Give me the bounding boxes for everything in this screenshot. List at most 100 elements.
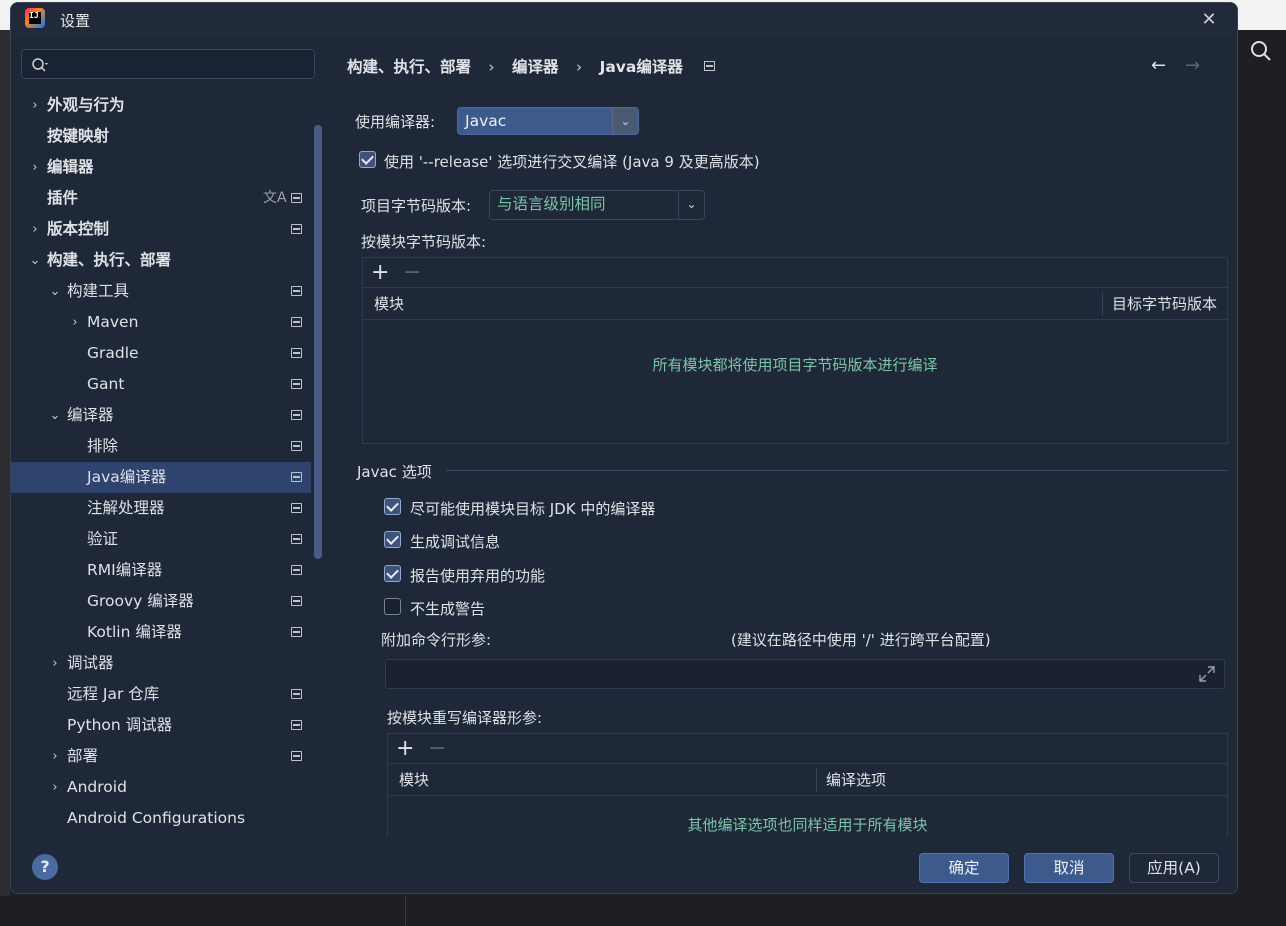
column-header-module[interactable]: 模块 — [399, 764, 429, 796]
deprecation-checkbox[interactable] — [384, 565, 401, 582]
module-bytecode-label: 按模块字节码版本: — [361, 233, 487, 251]
use-module-jdk-label: 尽可能使用模块目标 JDK 中的编译器 — [410, 500, 656, 518]
chevron-down-icon: ⌄ — [678, 191, 704, 219]
tree-item-compiler[interactable]: ⌄ 编译器 — [11, 400, 311, 431]
chevron-down-icon[interactable]: ⌄ — [49, 400, 61, 431]
tree-item-gant[interactable]: Gant — [11, 369, 311, 400]
tree-item-remote-jar[interactable]: 远程 Jar 仓库 — [11, 679, 311, 710]
breadcrumb-item: Java编译器 — [599, 58, 683, 76]
apply-button[interactable]: 应用(A) — [1129, 853, 1219, 883]
tree-item-build[interactable]: ⌄ 构建、执行、部署 — [11, 245, 311, 276]
project-level-icon — [291, 627, 302, 637]
ok-button[interactable]: 确定 — [919, 853, 1009, 883]
chevron-right-icon[interactable]: › — [69, 307, 81, 338]
project-level-icon — [291, 286, 302, 296]
override-params-table: + − 模块 编译选项 其他编译选项也同样适用于所有模块 — [387, 733, 1228, 843]
remove-icon[interactable]: − — [428, 736, 446, 762]
column-header-target[interactable]: 目标字节码版本 — [1112, 288, 1217, 320]
tree-item-deployment[interactable]: › 部署 — [11, 741, 311, 772]
back-arrow-icon[interactable]: ← — [1151, 55, 1166, 76]
project-level-icon — [291, 441, 302, 451]
breadcrumb-item[interactable]: 编译器 — [512, 55, 559, 77]
tree-item-label: 构建工具 — [67, 282, 130, 300]
tree-item-label: Python 调试器 — [67, 716, 173, 734]
project-level-icon — [291, 193, 302, 203]
chevron-right-icon[interactable]: › — [49, 741, 61, 772]
table-header: 模块 编译选项 — [388, 764, 1227, 796]
tree-item-annotation-processors[interactable]: 注解处理器 — [11, 493, 311, 524]
chevron-down-icon[interactable]: ⌄ — [29, 245, 41, 276]
chevron-down-icon[interactable]: ⌄ — [49, 276, 61, 307]
tree-item-label: 版本控制 — [47, 220, 110, 238]
cancel-button[interactable]: 取消 — [1024, 853, 1114, 883]
bytecode-label: 项目字节码版本: — [361, 197, 472, 215]
remove-icon[interactable]: − — [403, 260, 421, 286]
release-checkbox[interactable] — [359, 151, 376, 168]
add-icon[interactable]: + — [396, 736, 414, 762]
forward-arrow-icon[interactable]: → — [1185, 55, 1200, 76]
tree-item-build-tools[interactable]: ⌄ 构建工具 — [11, 276, 311, 307]
tree-item-kotlin-compiler[interactable]: Kotlin 编译器 — [11, 617, 311, 648]
chevron-right-icon[interactable]: › — [29, 152, 41, 183]
compiler-select[interactable]: Javac ⌄ — [457, 107, 639, 135]
javac-section-title: Javac 选项 — [357, 463, 432, 481]
tree-item-label: 构建、执行、部署 — [47, 251, 172, 269]
column-header-module[interactable]: 模块 — [374, 288, 404, 320]
settings-search-input[interactable] — [21, 49, 315, 79]
bytecode-select[interactable]: 与语言级别相同 ⌄ — [489, 190, 705, 220]
chevron-down-icon: ⌄ — [612, 108, 638, 134]
column-separator[interactable] — [1102, 292, 1103, 316]
add-icon[interactable]: + — [371, 260, 389, 286]
dialog-title: 设置 — [60, 12, 91, 30]
use-module-jdk-checkbox[interactable] — [384, 498, 401, 515]
tree-item-maven[interactable]: › Maven — [11, 307, 311, 338]
project-level-icon — [291, 379, 302, 389]
tree-item-rmi-compiler[interactable]: RMI编译器 — [11, 555, 311, 586]
tree-item-gradle[interactable]: Gradle — [11, 338, 311, 369]
tree-item-plugins[interactable]: 插件 文A — [11, 183, 311, 214]
module-bytecode-table: + − 模块 目标字节码版本 所有模块都将使用项目字节码版本进行编译 — [362, 257, 1228, 444]
column-separator[interactable] — [816, 768, 817, 792]
no-warnings-checkbox[interactable] — [384, 598, 401, 615]
tree-item-java-compiler[interactable]: Java编译器 — [11, 462, 311, 493]
close-icon[interactable]: ✕ — [1197, 8, 1221, 32]
no-warnings-label: 不生成警告 — [410, 600, 486, 618]
tree-item-label: 编译器 — [67, 406, 114, 424]
tree-item-validation[interactable]: 验证 — [11, 524, 311, 555]
tree-item-label: Gant — [87, 375, 125, 393]
ide-bottom-area — [0, 896, 1286, 926]
debug-info-label: 生成调试信息 — [410, 533, 501, 551]
extra-args-input[interactable] — [385, 659, 1225, 689]
empty-table-message: 所有模块都将使用项目字节码版本进行编译 — [652, 356, 938, 374]
breadcrumb-item[interactable]: 构建、执行、部署 — [347, 55, 471, 77]
tree-item-vcs[interactable]: › 版本控制 — [11, 214, 311, 245]
column-header-options[interactable]: 编译选项 — [826, 764, 886, 796]
translate-icon: 文A — [263, 190, 287, 206]
debug-info-checkbox[interactable] — [384, 531, 401, 548]
help-icon[interactable]: ? — [32, 854, 58, 880]
expand-icon[interactable] — [1198, 665, 1216, 683]
tree-item-android-configurations[interactable]: Android Configurations — [11, 803, 311, 834]
logo-letters: IJ — [29, 11, 39, 20]
tree-item-label: 编辑器 — [47, 158, 94, 176]
tree-item-excludes[interactable]: 排除 — [11, 431, 311, 462]
tree-item-debugger[interactable]: › 调试器 — [11, 648, 311, 679]
chevron-right-icon[interactable]: › — [29, 90, 41, 121]
tree-item-keymap[interactable]: 按键映射 — [11, 121, 311, 152]
tree-item-python-debugger[interactable]: Python 调试器 — [11, 710, 311, 741]
tree-item-editor[interactable]: › 编辑器 — [11, 152, 311, 183]
project-level-icon — [291, 472, 302, 482]
tree-item-label: 排除 — [87, 437, 119, 455]
empty-table-message: 其他编译选项也同样适用于所有模块 — [687, 816, 928, 834]
tree-item-appearance[interactable]: › 外观与行为 — [11, 90, 311, 121]
chevron-right-icon[interactable]: › — [29, 214, 41, 245]
chevron-right-icon[interactable]: › — [49, 648, 61, 679]
project-level-icon — [291, 565, 302, 575]
tree-item-android[interactable]: › Android — [11, 772, 311, 803]
project-level-icon — [291, 751, 302, 761]
tree-scrollbar[interactable] — [314, 125, 322, 559]
tree-item-label: Kotlin 编译器 — [87, 623, 182, 641]
ide-search-icon[interactable] — [1248, 38, 1274, 64]
chevron-right-icon[interactable]: › — [49, 772, 61, 803]
tree-item-groovy-compiler[interactable]: Groovy 编译器 — [11, 586, 311, 617]
